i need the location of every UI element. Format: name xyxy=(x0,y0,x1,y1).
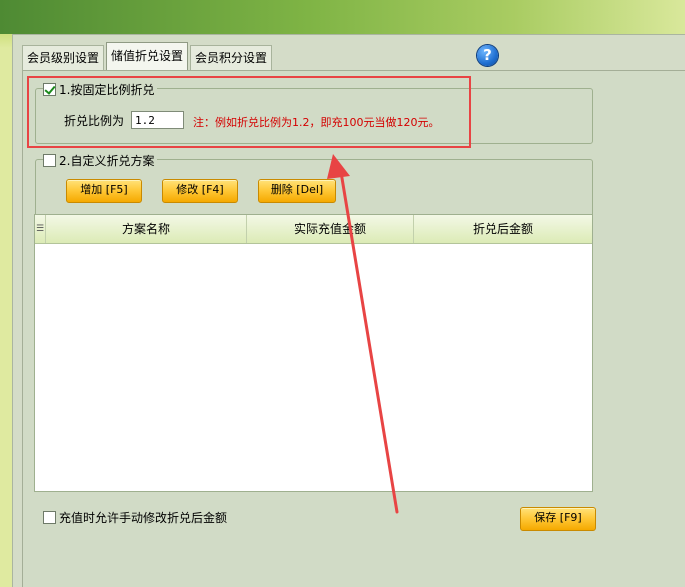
highlight-frame xyxy=(27,76,471,148)
tab-member-level[interactable]: 会员级别设置 xyxy=(22,45,105,70)
delete-button[interactable]: 删除 [Del] xyxy=(258,179,336,203)
tab-stored-value-exchange[interactable]: 储值折兑设置 xyxy=(106,42,189,70)
scheme-table-header: ☰ 方案名称 实际充值金额 折兑后金额 xyxy=(35,215,592,244)
column-chooser-icon[interactable]: ☰ xyxy=(35,215,46,243)
custom-scheme-legend: 2.自定义折兑方案 xyxy=(43,152,158,169)
col-scheme-name[interactable]: 方案名称 xyxy=(46,215,247,243)
col-actual-recharge[interactable]: 实际充值金额 xyxy=(247,215,414,243)
tab-bar: 会员级别设置 储值折兑设置 会员积分设置 xyxy=(22,42,274,70)
allow-manual-label: 充值时允许手动修改折兑后金额 xyxy=(59,511,228,525)
allow-manual-row: 充值时允许手动修改折兑后金额 xyxy=(43,509,227,526)
allow-manual-checkbox[interactable] xyxy=(43,511,56,524)
col-exchanged-amount[interactable]: 折兑后金额 xyxy=(414,215,592,243)
window-title-bar xyxy=(0,0,685,34)
custom-scheme-checkbox[interactable] xyxy=(43,154,56,167)
custom-scheme-label: 2.自定义折兑方案 xyxy=(59,154,155,168)
add-button[interactable]: 增加 [F5] xyxy=(66,179,142,203)
tab-member-points[interactable]: 会员积分设置 xyxy=(190,45,273,70)
app-window: 会员级别设置 储值折兑设置 会员积分设置 ? 1.按固定比例折兑 折兑比例为 1… xyxy=(0,0,685,587)
edit-button[interactable]: 修改 [F4] xyxy=(162,179,238,203)
save-button[interactable]: 保存 [F9] xyxy=(520,507,596,531)
scheme-table[interactable]: ☰ 方案名称 实际充值金额 折兑后金额 xyxy=(34,214,593,492)
help-icon[interactable]: ? xyxy=(477,45,498,66)
